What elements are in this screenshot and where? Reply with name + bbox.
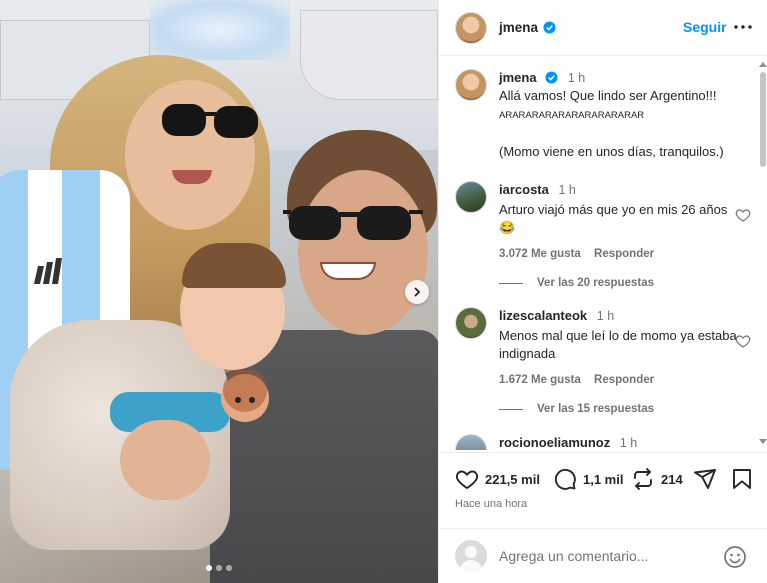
like-button[interactable]: 221,5 mil: [455, 467, 540, 491]
carousel-dot: [226, 565, 232, 571]
comment-like-count[interactable]: 3.072 Me gusta: [499, 248, 581, 260]
comment-like-count[interactable]: 1.672 Me gusta: [499, 374, 581, 386]
verified-badge-icon: [543, 21, 556, 34]
bookmark-icon: [733, 469, 751, 489]
scroll-down-arrow-icon[interactable]: [759, 439, 767, 444]
man-face: [298, 170, 428, 335]
view-replies[interactable]: Ver las 15 respuestas: [499, 403, 654, 415]
carousel-dot: [216, 565, 222, 571]
view-replies-label: Ver las 15 respuestas: [537, 403, 654, 415]
comment-time: 1 h: [558, 183, 576, 197]
avatar[interactable]: [455, 11, 487, 44]
woman-hand: [120, 420, 210, 500]
avatar: [455, 540, 487, 572]
comment-time: 1 h: [596, 309, 615, 323]
comment-meta: 1.672 Me gusta Responder: [499, 371, 739, 389]
comment-username[interactable]: rocionoeliamunoz: [499, 435, 610, 450]
view-replies[interactable]: Ver las 20 respuestas: [499, 277, 654, 289]
scrollbar-thumb[interactable]: [760, 72, 766, 167]
post-photo: [0, 0, 438, 583]
share-button[interactable]: [693, 467, 723, 491]
follow-button[interactable]: Seguir: [683, 19, 727, 35]
comment-body: rocionoeliamunoz 1 h: [499, 434, 739, 450]
post-details-panel: jmena Seguir jmena 1 h Allá vamos! Que l…: [438, 0, 767, 583]
avatar[interactable]: [455, 69, 487, 101]
emoji-icon[interactable]: [723, 545, 747, 569]
default-user-icon: [459, 546, 483, 572]
post-author-username[interactable]: jmena: [499, 20, 538, 35]
caption-username[interactable]: jmena: [499, 70, 537, 85]
heart-icon: [455, 470, 479, 490]
avatar[interactable]: [455, 181, 487, 213]
repost-button[interactable]: 214: [631, 467, 683, 491]
post-caption: jmena 1 h Allá vamos! Que lindo ser Arge…: [455, 69, 751, 179]
carousel-dots: [0, 565, 438, 571]
chevron-right-icon: [414, 287, 421, 297]
comment-item: rocionoeliamunoz 1 h: [455, 434, 751, 450]
comment-item: iarcosta 1 h Arturo viajó más que yo en …: [455, 181, 751, 291]
comment-text: Menos mal que leí lo de momo ya estaba i…: [499, 328, 737, 361]
reply-button[interactable]: Responder: [594, 248, 654, 260]
more-icon: [734, 25, 752, 29]
carousel-next-button[interactable]: [405, 280, 429, 304]
like-count: 221,5 mil: [485, 471, 540, 487]
comment-time: 1 h: [619, 436, 638, 450]
comment-input[interactable]: [499, 548, 719, 564]
comment-icon: [554, 468, 576, 490]
post-timestamp: Hace una hora: [455, 498, 528, 510]
comment-text: Arturo viajó más que yo en mis 26 años 😂: [499, 202, 728, 235]
avatar[interactable]: [455, 434, 487, 450]
comment-username[interactable]: iarcosta: [499, 182, 549, 197]
like-comment-heart-icon[interactable]: [735, 207, 751, 223]
save-button[interactable]: [730, 467, 760, 491]
view-replies-label: Ver las 20 respuestas: [537, 277, 654, 289]
comment-body: iarcosta 1 h Arturo viajó más que yo en …: [499, 181, 739, 263]
comment-meta: 3.072 Me gusta Responder: [499, 245, 739, 263]
comments-list[interactable]: jmena 1 h Allá vamos! Que lindo ser Arge…: [439, 57, 757, 450]
caption-line-3: (Momo viene en unos días, tranquilos.): [499, 144, 724, 159]
comment-username[interactable]: lizescalanteok: [499, 308, 587, 323]
repost-icon: [634, 468, 652, 490]
more-options-button[interactable]: [732, 18, 754, 36]
post-header: jmena Seguir: [439, 0, 767, 56]
verified-badge-icon: [545, 71, 558, 84]
comment-item: lizescalanteok 1 h Menos mal que leí lo …: [455, 307, 751, 417]
man-sunglasses: [283, 206, 423, 240]
reply-button[interactable]: Responder: [594, 374, 654, 386]
avatar[interactable]: [455, 307, 487, 339]
send-icon: [694, 469, 716, 489]
caption-line-1: Allá vamos! Que lindo ser Argentino!!!: [499, 88, 717, 103]
comment-body: lizescalanteok 1 h Menos mal que leí lo …: [499, 307, 739, 389]
jersey-logo: [34, 258, 62, 284]
add-comment-bar: [439, 528, 767, 583]
overhead-bin-right: [300, 10, 438, 100]
carousel-dot: [206, 565, 212, 571]
comments-scrollbar[interactable]: [757, 57, 767, 450]
replies-line: [499, 408, 523, 410]
comment-count: 1,1 mil: [583, 471, 624, 487]
caption-body: jmena 1 h Allá vamos! Que lindo ser Arge…: [499, 69, 739, 161]
comment-button[interactable]: 1,1 mil: [553, 467, 623, 491]
like-comment-heart-icon[interactable]: [735, 333, 751, 349]
replies-line: [499, 282, 523, 284]
baby-hair: [182, 243, 286, 288]
woman-sunglasses: [162, 104, 258, 138]
cabin-light: [150, 0, 290, 60]
caption-line-2: ARARARARARARARARARARAR: [499, 110, 645, 121]
repost-count: 214: [661, 471, 683, 487]
scroll-up-arrow-icon[interactable]: [759, 62, 767, 67]
caption-time: 1 h: [567, 71, 586, 85]
